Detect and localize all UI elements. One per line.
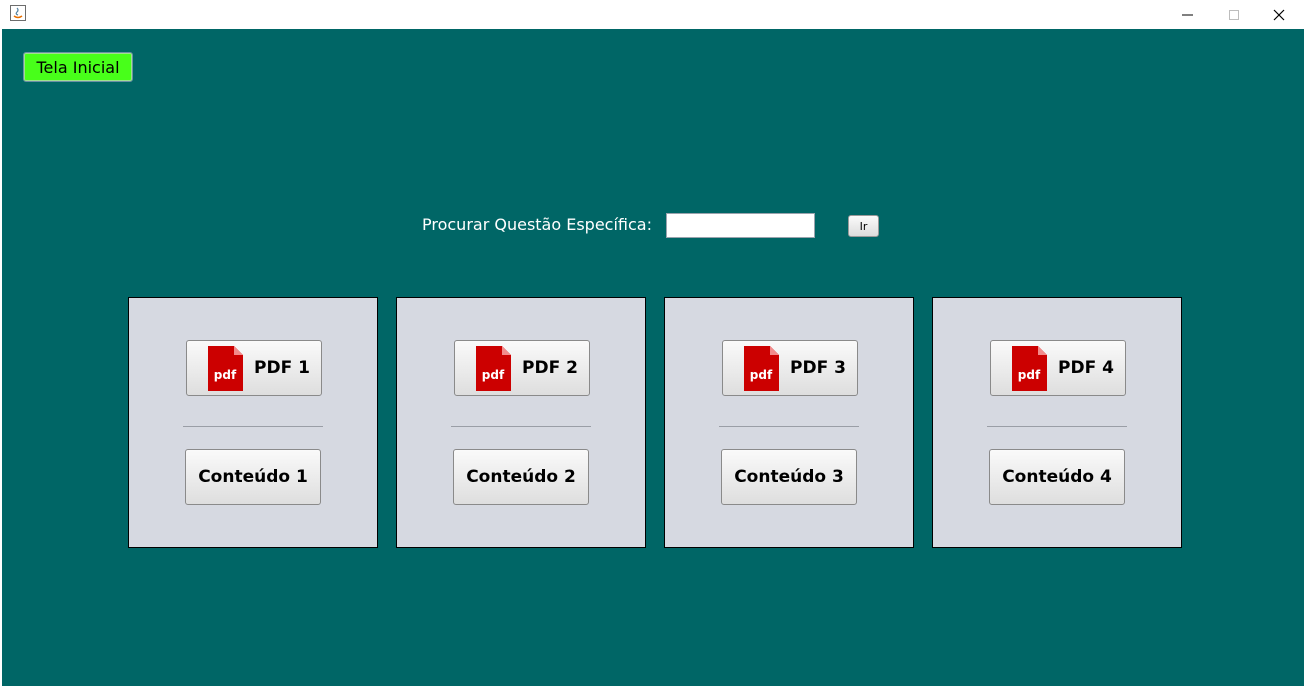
pdf-button-label: PDF 4 (1058, 358, 1114, 378)
content-card-2: pdf PDF 2 Conteúdo 2 (396, 297, 646, 548)
pdf-button-label: PDF 2 (522, 358, 578, 378)
go-button[interactable]: Ir (848, 215, 879, 237)
pdf-button-1[interactable]: pdf PDF 1 (186, 340, 322, 396)
content-card-4: pdf PDF 4 Conteúdo 4 (932, 297, 1182, 548)
pdf-button-4[interactable]: pdf PDF 4 (990, 340, 1126, 396)
pdf-button-3[interactable]: pdf PDF 3 (722, 340, 858, 396)
window-titlebar (0, 0, 1306, 29)
content-button-2[interactable]: Conteúdo 2 (453, 449, 589, 505)
content-card-1: pdf PDF 1 Conteúdo 1 (128, 297, 378, 548)
card-divider (987, 426, 1127, 427)
home-button[interactable]: Tela Inicial (23, 52, 133, 82)
content-button-3[interactable]: Conteúdo 3 (721, 449, 857, 505)
pdf-file-icon: pdf (208, 345, 243, 391)
close-icon (1273, 9, 1285, 20)
pdf-button-label: PDF 1 (254, 358, 310, 378)
pdf-button-2[interactable]: pdf PDF 2 (454, 340, 590, 396)
minimize-icon (1182, 14, 1193, 15)
pdf-button-label: PDF 3 (790, 358, 846, 378)
card-divider (719, 426, 859, 427)
maximize-button[interactable] (1211, 0, 1257, 29)
svg-text:pdf: pdf (214, 368, 237, 382)
content-button-4[interactable]: Conteúdo 4 (989, 449, 1125, 505)
content-button-1[interactable]: Conteúdo 1 (185, 449, 321, 505)
svg-text:pdf: pdf (482, 368, 505, 382)
maximize-icon (1229, 9, 1239, 20)
search-input[interactable] (666, 213, 815, 238)
minimize-button[interactable] (1165, 0, 1211, 29)
card-divider (451, 426, 591, 427)
pdf-file-icon: pdf (1012, 345, 1047, 391)
svg-text:pdf: pdf (750, 368, 773, 382)
java-app-icon (10, 5, 26, 21)
content-card-3: pdf PDF 3 Conteúdo 3 (664, 297, 914, 548)
close-button[interactable] (1256, 0, 1302, 29)
search-label: Procurar Questão Específica: (422, 215, 652, 234)
pdf-file-icon: pdf (476, 345, 511, 391)
card-divider (183, 426, 323, 427)
pdf-file-icon: pdf (744, 345, 779, 391)
svg-text:pdf: pdf (1018, 368, 1041, 382)
